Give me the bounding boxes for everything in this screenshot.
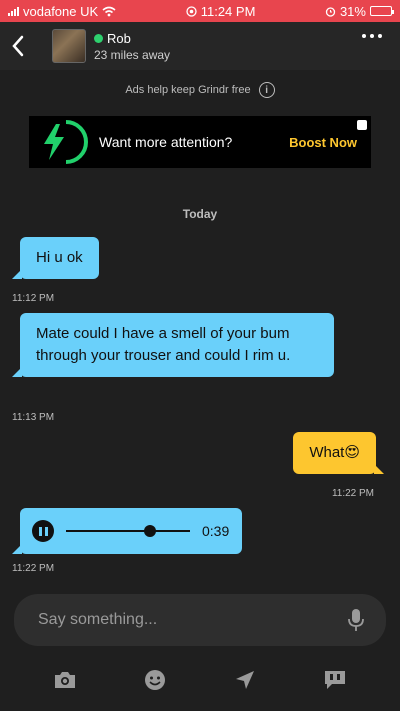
signal-icon <box>8 6 19 16</box>
message-timestamp: 11:12 PM <box>12 293 55 304</box>
pause-button[interactable] <box>32 520 54 542</box>
message-text: What😍 <box>309 444 360 461</box>
ad-note: Ads help keep Grindr free i <box>0 82 400 98</box>
status-right: 31% <box>325 3 394 19</box>
location-icon <box>236 671 254 689</box>
message-input[interactable] <box>38 611 346 629</box>
online-indicator <box>94 33 103 43</box>
message-text: Hi u ok <box>36 249 83 266</box>
bolt-icon <box>29 116 99 168</box>
saved-phrases-icon <box>325 671 345 689</box>
camera-icon <box>55 672 75 688</box>
message-bubble-incoming[interactable]: Hi u ok <box>12 237 99 279</box>
battery-percent: 31% <box>339 3 366 19</box>
chat-header: Rob 23 miles away <box>0 22 400 70</box>
distance-label: 23 miles away <box>94 47 171 62</box>
chevron-left-icon <box>12 35 24 57</box>
audio-duration: 0:39 <box>202 523 230 539</box>
more-options-button[interactable] <box>362 34 382 38</box>
message-timestamp: 11:22 PM <box>12 563 55 574</box>
status-bar: vodafone UK 11:24 PM 31% <box>0 0 400 22</box>
status-center: 11:24 PM <box>186 3 256 19</box>
profile-summary[interactable]: Rob 23 miles away <box>94 31 170 62</box>
profile-name: Rob <box>107 30 131 46</box>
boost-now-button[interactable]: Boost Now <box>289 135 357 150</box>
chat-toolbar <box>0 656 400 704</box>
battery-icon <box>369 6 394 16</box>
location-button[interactable] <box>225 660 265 700</box>
message-composer <box>14 594 386 646</box>
camera-button[interactable] <box>45 660 85 700</box>
message-text: Mate could I have a smell of your bum th… <box>36 325 291 364</box>
message-timestamp: 11:22 PM <box>331 488 374 499</box>
ad-note-text: Ads help keep Grindr free <box>125 84 251 96</box>
message-bubble-incoming[interactable]: Mate could I have a smell of your bum th… <box>12 313 334 377</box>
message-timestamp: 11:13 PM <box>12 412 55 423</box>
message-bubble-outgoing[interactable]: What😍 <box>293 432 384 474</box>
saved-phrases-button[interactable] <box>315 660 355 700</box>
info-icon[interactable]: i <box>258 82 275 98</box>
back-button[interactable] <box>0 22 36 70</box>
avatar[interactable] <box>52 29 86 63</box>
banner-text: Want more attention? <box>99 134 233 150</box>
emoji-button[interactable] <box>135 660 175 700</box>
carrier-label: vodafone UK <box>23 3 99 19</box>
voice-message-bubble: 0:39 <box>12 508 242 554</box>
microphone-icon[interactable] <box>346 608 366 632</box>
alarm-icon <box>325 6 336 17</box>
audio-scrubber[interactable] <box>144 525 157 537</box>
grindr-badge-icon <box>357 120 367 130</box>
audio-progress-track[interactable] <box>66 525 190 537</box>
clock: 11:24 PM <box>200 3 256 19</box>
location-sharing-icon <box>186 5 197 17</box>
day-separator: Today <box>182 207 218 221</box>
wifi-icon <box>102 6 116 16</box>
emoji-icon <box>145 670 165 690</box>
boost-banner[interactable]: Want more attention? Boost Now <box>29 116 371 168</box>
name-row: Rob <box>94 31 170 46</box>
status-left: vodafone UK <box>8 4 116 19</box>
